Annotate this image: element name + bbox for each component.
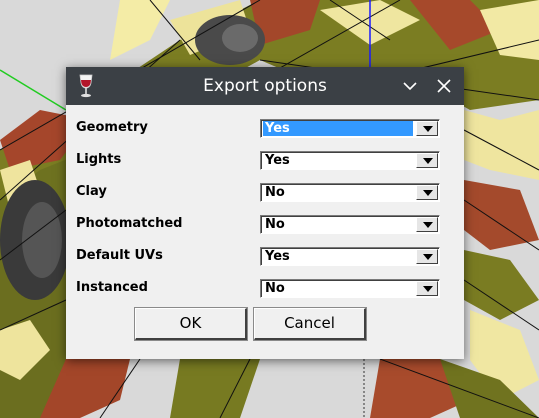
lights-value: Yes	[265, 153, 290, 168]
clay-select[interactable]: No	[260, 183, 440, 202]
lights-label: Lights	[76, 152, 122, 167]
chevron-down-icon[interactable]	[400, 76, 420, 96]
default-uvs-select[interactable]: Yes	[260, 247, 440, 266]
cancel-button[interactable]: Cancel	[253, 307, 367, 341]
triangle-down-icon	[423, 254, 433, 260]
geometry-value: Yes	[263, 121, 413, 136]
export-options-dialog: Export options Geometry Yes Lights Yes C…	[66, 67, 464, 359]
triangle-down-icon	[423, 126, 433, 132]
dropdown-arrow-button[interactable]	[416, 217, 438, 232]
photomatched-label: Photomatched	[76, 216, 183, 231]
instanced-label: Instanced	[76, 280, 148, 295]
ok-button[interactable]: OK	[134, 307, 248, 341]
dropdown-arrow-button[interactable]	[416, 281, 438, 296]
photomatched-value: No	[265, 217, 285, 232]
triangle-down-icon	[423, 158, 433, 164]
close-icon[interactable]	[434, 76, 454, 96]
dropdown-arrow-button[interactable]	[416, 185, 438, 200]
instanced-value: No	[265, 281, 285, 296]
dropdown-arrow-button[interactable]	[416, 249, 438, 264]
photomatched-select[interactable]: No	[260, 215, 440, 234]
triangle-down-icon	[423, 286, 433, 292]
geometry-label: Geometry	[76, 120, 148, 135]
default-uvs-label: Default UVs	[76, 248, 163, 263]
triangle-down-icon	[423, 190, 433, 196]
lights-select[interactable]: Yes	[260, 151, 440, 170]
wine-glass-icon	[78, 74, 94, 98]
title-bar[interactable]: Export options	[66, 67, 464, 105]
geometry-select[interactable]: Yes	[260, 119, 440, 138]
default-uvs-value: Yes	[265, 249, 290, 264]
clay-value: No	[265, 185, 285, 200]
dropdown-arrow-button[interactable]	[416, 153, 438, 168]
clay-label: Clay	[76, 184, 107, 199]
instanced-select[interactable]: No	[260, 279, 440, 298]
triangle-down-icon	[423, 222, 433, 228]
dropdown-arrow-button[interactable]	[416, 121, 438, 136]
